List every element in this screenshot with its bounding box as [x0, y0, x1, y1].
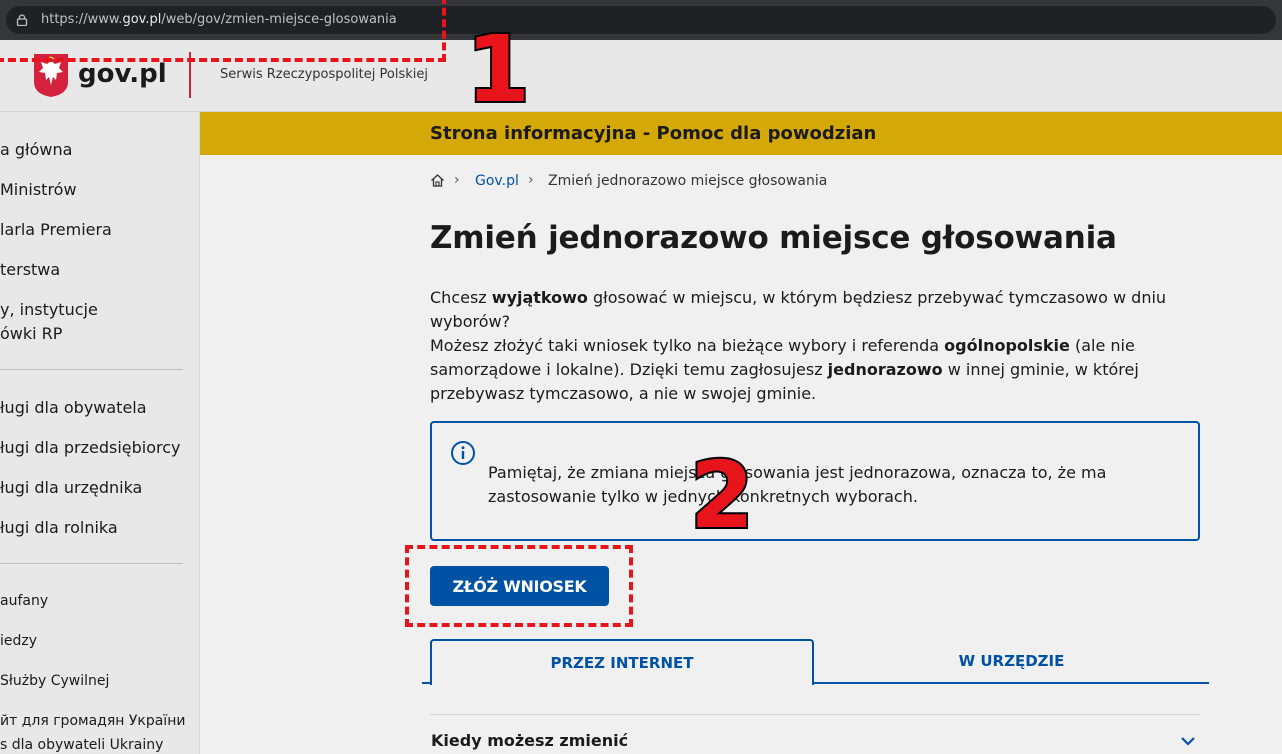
sidebar-item[interactable]: larla Premiera: [0, 220, 112, 239]
sidebar-item[interactable]: ługi dla rolnika: [0, 518, 118, 537]
sidebar-item[interactable]: ówki RP: [0, 324, 62, 343]
logo[interactable]: gov.pl: [78, 59, 167, 89]
chevron-down-icon[interactable]: [1180, 735, 1196, 747]
intro-paragraph: Chcesz wyjątkowo głosować w miejscu, w k…: [430, 288, 1167, 331]
sidebar-item[interactable]: a główna: [0, 140, 72, 159]
sidebar-item[interactable]: ługi dla urzędnika: [0, 478, 142, 497]
info-banner: Strona informacyjna - Pomoc dla powodzia…: [200, 112, 1282, 155]
annotation-number-1: 1: [464, 16, 532, 123]
sidebar-divider: [0, 563, 183, 564]
sidebar-item[interactable]: Ministrów: [0, 180, 77, 199]
sidebar-item[interactable]: Służby Cywilnej: [0, 673, 109, 689]
annotation-box-button: [405, 545, 633, 627]
main-content: Strona informacyjna - Pomoc dla powodzia…: [200, 112, 1282, 754]
sidebar-item[interactable]: aufany: [0, 593, 48, 609]
sidebar-item[interactable]: iedzy: [0, 633, 37, 649]
chevron-right-icon: ›: [528, 172, 534, 188]
sidebar-item[interactable]: y, instytucje: [0, 300, 98, 319]
chevron-right-icon: ›: [454, 172, 460, 188]
info-text: Pamiętaj, że zmiana miejsca głosowania j…: [488, 463, 1107, 506]
banner-text[interactable]: Strona informacyjna - Pomoc dla powodzia…: [430, 123, 876, 144]
sidebar-menu: a główna Ministrów larla Premiera terstw…: [0, 112, 200, 754]
accordion-title[interactable]: Kiedy możesz zmienić: [431, 731, 628, 750]
breadcrumb-link-gov[interactable]: Gov.pl: [475, 173, 519, 189]
tab-w-urzedzie[interactable]: W URZĘDZIE: [814, 639, 1209, 684]
sidebar-item[interactable]: terstwa: [0, 260, 60, 279]
breadcrumb-current: Zmień jednorazowo miejsce głosowania: [548, 173, 828, 189]
tabs: PRZEZ INTERNET W URZĘDZIE: [422, 639, 1209, 685]
service-name: Serwis Rzeczypospolitej Polskiej: [220, 67, 428, 82]
page-title: Zmień jednorazowo miejsce głosowania: [430, 220, 1117, 256]
accordion-divider: [430, 714, 1200, 715]
description-paragraph: Możesz złożyć taki wniosek tylko na bież…: [430, 336, 1139, 403]
info-box: Pamiętaj, że zmiana miejsca głosowania j…: [430, 421, 1200, 541]
sidebar-item[interactable]: йт для громадян України: [0, 713, 185, 729]
sidebar-item[interactable]: ługi dla przedsiębiorcy: [0, 438, 181, 457]
home-icon[interactable]: [430, 173, 445, 188]
sidebar-item[interactable]: ługi dla obywatela: [0, 398, 147, 417]
annotation-box-url: [0, 0, 446, 62]
tab-przez-internet[interactable]: PRZEZ INTERNET: [430, 639, 814, 685]
info-icon: [451, 441, 475, 465]
sidebar-item[interactable]: s dla obywateli Ukrainy: [0, 737, 163, 753]
annotation-number-2: 2: [688, 442, 756, 549]
sidebar-divider: [0, 369, 183, 370]
